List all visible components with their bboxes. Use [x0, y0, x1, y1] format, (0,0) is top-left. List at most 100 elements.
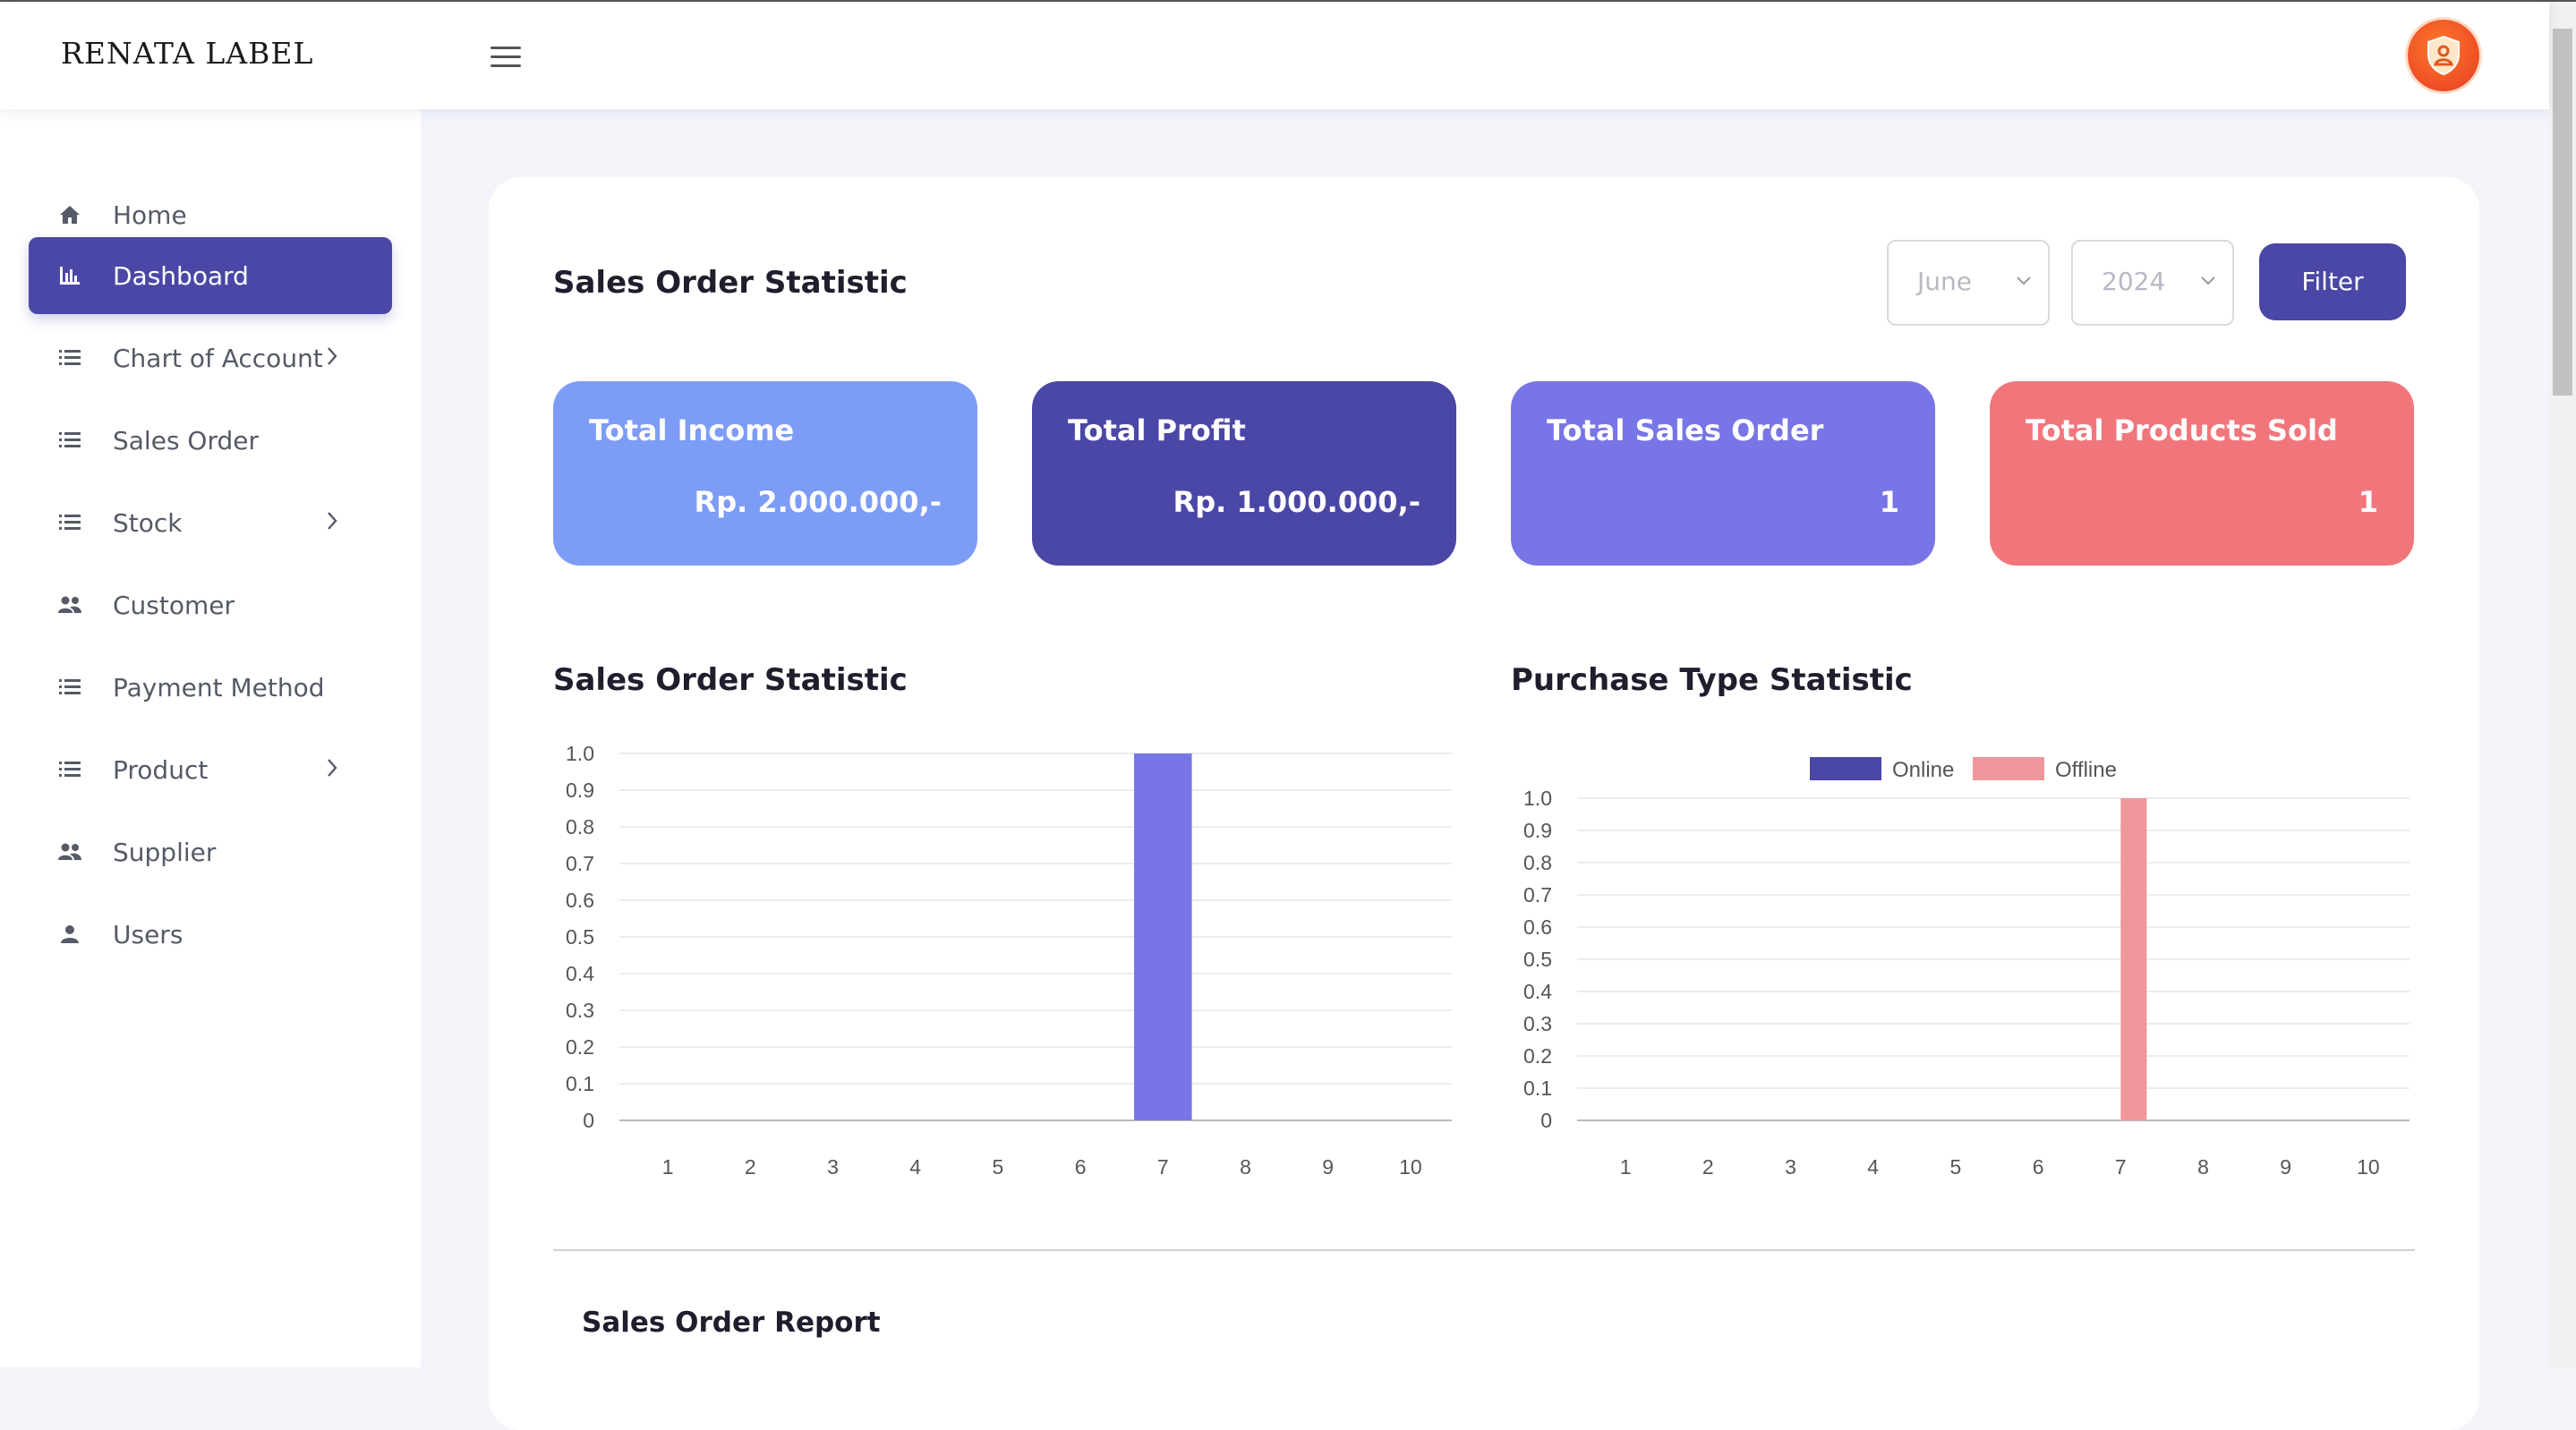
sidebar-item-label: Users — [113, 919, 183, 949]
page-scrollbar[interactable] — [2549, 2, 2576, 1367]
chevron-right-icon — [326, 510, 338, 535]
y-tick-label: 0.3 — [566, 999, 594, 1022]
y-tick-label: 0.7 — [1523, 883, 1552, 907]
x-tick-label: 5 — [993, 1155, 1004, 1179]
section-divider — [553, 1249, 2415, 1251]
people-icon — [57, 839, 82, 864]
bar — [1134, 753, 1192, 1120]
y-tick-label: 0.3 — [1523, 1012, 1552, 1035]
stat-title: Total Income — [589, 413, 795, 447]
x-tick-label: 1 — [662, 1155, 674, 1179]
sidebar-item-label: Home — [113, 200, 187, 230]
chevron-down-icon — [2201, 277, 2215, 285]
y-tick-label: 0.7 — [566, 852, 594, 875]
year-select[interactable]: 2024 — [2071, 240, 2234, 326]
y-tick-label: 0.6 — [1523, 915, 1552, 939]
month-select[interactable]: June — [1887, 240, 2050, 326]
y-tick-label: 0.9 — [566, 779, 594, 802]
y-tick-label: 0.2 — [1523, 1044, 1552, 1068]
shield-user-icon — [2427, 35, 2460, 76]
stat-value: Rp. 1.000.000,- — [1173, 485, 1420, 519]
report-title: Sales Order Report — [582, 1307, 881, 1339]
legend-label: Online — [1892, 758, 1954, 782]
legend-swatch — [1810, 757, 1881, 780]
stat-title: Total Products Sold — [2026, 413, 2338, 447]
x-tick-label: 4 — [909, 1155, 921, 1179]
stat-value: Rp. 2.000.000,- — [694, 485, 942, 519]
y-tick-label: 0.8 — [566, 815, 594, 838]
page-title: Sales Order Statistic — [553, 265, 908, 301]
month-select-value: June — [1917, 267, 1972, 296]
x-tick-label: 10 — [2357, 1155, 2380, 1179]
sidebar-item-label: Dashboard — [113, 260, 249, 291]
stat-card-total-products-sold: Total Products Sold 1 — [1990, 381, 2414, 566]
y-tick-label: 1.0 — [566, 742, 594, 765]
sidebar-item-label: Supplier — [113, 837, 217, 867]
legend-swatch — [1973, 757, 2044, 780]
sidebar-item-label: Payment Method — [113, 672, 325, 702]
chevron-right-icon — [326, 345, 338, 370]
x-tick-label: 3 — [827, 1155, 839, 1179]
y-tick-label: 0.4 — [1523, 980, 1552, 1003]
sidebar-item-label: Customer — [113, 590, 235, 620]
x-tick-label: 5 — [1950, 1155, 1962, 1179]
list-icon — [57, 675, 82, 700]
x-tick-label: 2 — [1702, 1155, 1714, 1179]
stat-title: Total Sales Order — [1547, 413, 1824, 447]
chevron-down-icon — [2017, 277, 2031, 285]
x-tick-label: 2 — [745, 1155, 756, 1179]
sidebar-item-customer[interactable]: Customer — [29, 566, 392, 643]
stat-card-total-sales-order: Total Sales Order 1 — [1511, 381, 1935, 566]
sidebar-item-label: Stock — [113, 507, 183, 538]
brand-logo[interactable]: RENATA LABEL — [61, 36, 313, 71]
list-icon — [57, 345, 82, 370]
y-tick-label: 0.9 — [1523, 819, 1552, 842]
x-tick-label: 10 — [1399, 1155, 1422, 1179]
sidebar-item-stock[interactable]: Stock — [29, 484, 392, 561]
sidebar-item-payment-method[interactable]: Payment Method — [29, 649, 392, 726]
scrollbar-thumb[interactable] — [2553, 29, 2572, 396]
purchase-type-chart: 0 0.1 0.2 0.3 0.4 0.5 0.6 0.7 0.8 0.9 1.0 1 2 3 4 5 6 7 8 9… — [1523, 757, 2410, 1179]
y-tick-label: 0.6 — [566, 889, 594, 912]
sidebar-item-label: Sales Order — [113, 425, 259, 455]
stat-card-total-profit: Total Profit Rp. 1.000.000,- — [1032, 381, 1456, 566]
people-icon — [57, 592, 82, 617]
x-tick-label: 9 — [2280, 1155, 2291, 1179]
x-tick-label: 7 — [1157, 1155, 1169, 1179]
sidebar-item-dashboard[interactable]: Dashboard — [29, 237, 392, 314]
sales-chart-title: Sales Order Statistic — [553, 662, 908, 698]
y-tick-label: 1.0 — [1523, 787, 1552, 810]
x-tick-label: 6 — [2033, 1155, 2044, 1179]
stat-card-total-income: Total Income Rp. 2.000.000,- — [553, 381, 977, 566]
y-tick-label: 0.1 — [1523, 1077, 1552, 1100]
user-avatar[interactable] — [2408, 20, 2479, 91]
list-icon — [57, 510, 82, 535]
sidebar-item-product[interactable]: Product — [29, 731, 392, 808]
sidebar-item-supplier[interactable]: Supplier — [29, 813, 392, 890]
y-tick-label: 0.8 — [1523, 851, 1552, 874]
y-tick-label: 0.5 — [1523, 948, 1552, 971]
bar-chart-icon — [57, 263, 82, 288]
menu-toggle-icon[interactable] — [490, 47, 521, 72]
legend-label: Offline — [2055, 758, 2117, 782]
sidebar-item-sales-order[interactable]: Sales Order — [29, 402, 392, 479]
list-icon — [57, 428, 82, 453]
list-icon — [57, 757, 82, 782]
bar — [2120, 798, 2147, 1120]
top-header: RENATA LABEL — [0, 2, 2549, 109]
x-tick-label: 7 — [2115, 1155, 2127, 1179]
x-tick-label: 1 — [1620, 1155, 1632, 1179]
year-select-value: 2024 — [2102, 267, 2166, 296]
sales-order-chart: 0 0.1 0.2 0.3 0.4 0.5 0.6 0.7 0.8 0.9 1.0 1 2 3 4 5 6 7 8 9… — [566, 742, 1452, 1179]
filter-button[interactable]: Filter — [2259, 243, 2406, 320]
sidebar-item-label: Chart of Account — [113, 343, 323, 373]
sidebar-item-chart-of-account[interactable]: Chart of Account — [29, 319, 392, 396]
sidebar-item-users[interactable]: Users — [29, 896, 392, 973]
sidebar-item-label: Product — [113, 754, 209, 785]
x-tick-label: 4 — [1867, 1155, 1879, 1179]
x-tick-label: 6 — [1075, 1155, 1087, 1179]
x-tick-label: 3 — [1785, 1155, 1796, 1179]
sidebar: Home Dashboard Chart of Account Sales Order… — [0, 109, 421, 1367]
person-icon — [57, 922, 82, 947]
y-tick-label: 0.2 — [566, 1035, 594, 1059]
